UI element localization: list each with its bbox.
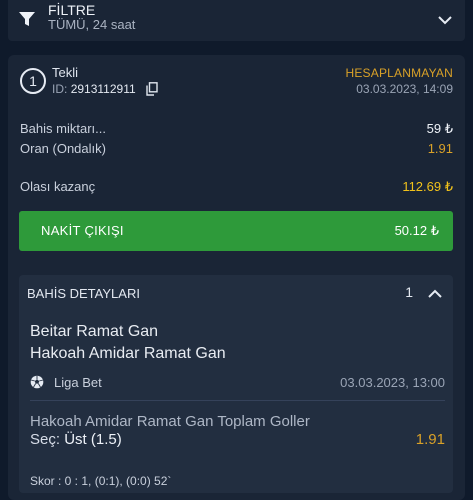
bet-id-value: 2913112911: [70, 82, 136, 96]
filter-icon: [19, 12, 35, 26]
selection: Seç: Üst (1.5): [30, 431, 122, 448]
soccer-ball-icon: [30, 375, 44, 389]
selection-value: Üst (1.5): [64, 431, 122, 448]
bet-number-badge: 1: [20, 68, 46, 94]
chevron-up-icon[interactable]: [427, 286, 443, 302]
score: Skor : 0 : 1, (0:1), (0:0) 52`: [30, 474, 172, 488]
stake-value: 59 ₺: [426, 121, 453, 136]
market-name: Hakoah Amidar Ramat Gan Toplam Goller: [30, 413, 310, 430]
bet-card: 1 Tekli ID: 2913112911 HESAPLANMAYAN 03.…: [8, 55, 465, 500]
away-team: Hakoah Amidar Ramat Gan: [30, 345, 226, 362]
chevron-down-icon[interactable]: [437, 12, 453, 28]
odds-value: 1.91: [427, 141, 453, 156]
league-name: Liga Bet: [54, 375, 102, 390]
details-count: 1: [405, 284, 413, 300]
filter-title: FİLTRE: [48, 2, 96, 18]
selection-odds: 1.91: [415, 431, 445, 448]
selection-label: Seç:: [30, 431, 61, 448]
match-datetime: 03.03.2023, 13:00: [340, 375, 445, 390]
filter-subtitle: TÜMÜ, 24 saat: [48, 17, 136, 32]
cashout-value: 50.12 ₺: [394, 223, 439, 238]
copy-icon[interactable]: [146, 82, 158, 96]
divider: [30, 400, 445, 401]
details-title: BAHİS DETAYLARI: [27, 286, 140, 301]
home-team: Beitar Ramat Gan: [30, 323, 159, 340]
odds-label: Oran (Ondalık): [20, 141, 106, 156]
cashout-label: NAKİT ÇIKIŞI: [41, 223, 124, 238]
cashout-button[interactable]: NAKİT ÇIKIŞI 50.12 ₺: [19, 211, 453, 251]
bet-details-panel: BAHİS DETAYLARI 1 Beitar Ramat Gan Hakoa…: [19, 275, 453, 493]
bet-id-label: ID:: [52, 82, 68, 96]
bet-datetime: 03.03.2023, 14:09: [356, 82, 453, 96]
bet-id: ID: 2913112911: [52, 82, 136, 96]
stake-label: Bahis miktarı...: [20, 121, 106, 136]
bet-status: HESAPLANMAYAN: [345, 66, 453, 80]
filter-bar[interactable]: FİLTRE TÜMÜ, 24 saat: [8, 0, 465, 41]
bet-type: Tekli: [52, 65, 79, 80]
potential-win-label: Olası kazanç: [20, 179, 96, 194]
potential-win-value: 112.69 ₺: [402, 179, 453, 194]
